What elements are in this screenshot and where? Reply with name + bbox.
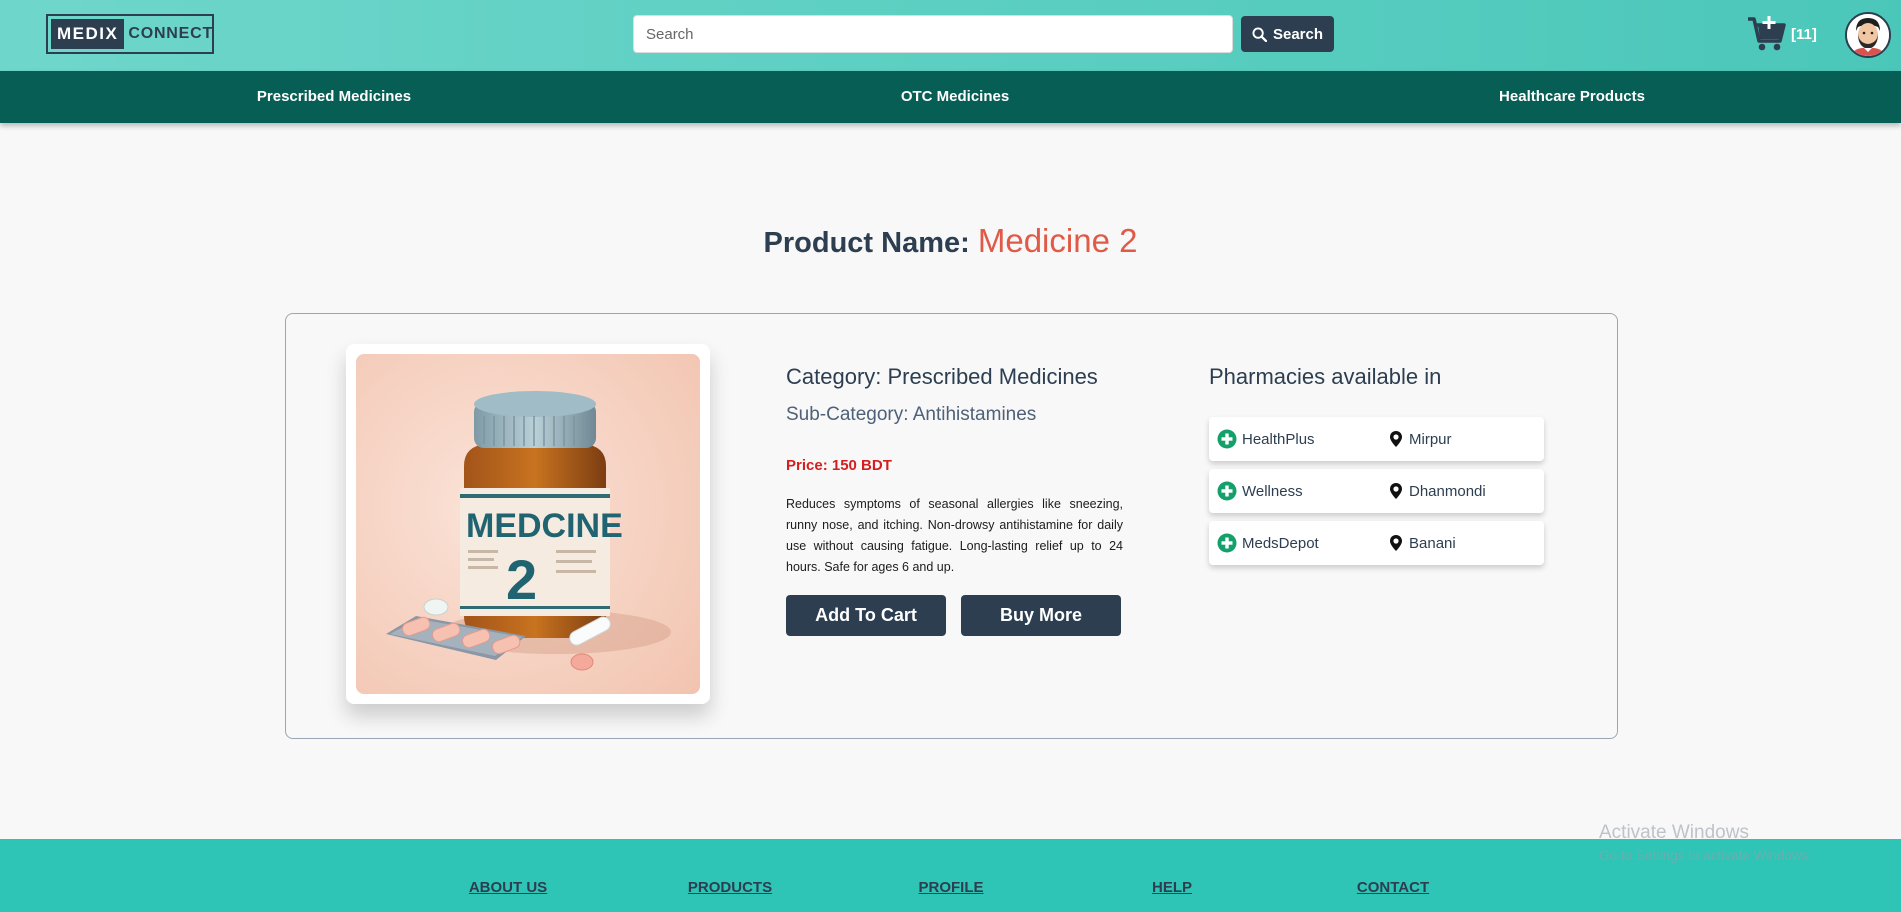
product-actions: Add To Cart Buy More — [786, 595, 1123, 636]
product-subcategory: Sub-Category: Antihistamines — [786, 404, 1037, 425]
watermark-subtitle: Go to Settings to activate Windows. — [1599, 848, 1813, 863]
pharmacy-location-wrap: Mirpur — [1389, 430, 1452, 448]
pharmacy-plus-icon — [1217, 481, 1237, 501]
pharmacy-name: MedsDepot — [1242, 534, 1319, 552]
pharmacy-location: Mirpur — [1409, 430, 1452, 448]
product-image: MEDCINE 2 — [356, 354, 700, 694]
footer-link-products[interactable]: PRODUCTS — [688, 879, 772, 896]
footer-link-profile[interactable]: PROFILE — [918, 879, 983, 896]
pharmacy-item[interactable]: HealthPlus Mirpur — [1209, 417, 1544, 461]
nav-item-healthcare-products[interactable]: Healthcare Products — [1499, 71, 1645, 123]
product-category: Category: Prescribed Medicines — [786, 364, 1098, 389]
pharmacy-item[interactable]: Wellness Dhanmondi — [1209, 469, 1544, 513]
pharmacy-name: HealthPlus — [1242, 430, 1315, 448]
product-info: Category: Prescribed Medicines Sub-Categ… — [786, 364, 1123, 636]
cart-count: [11] — [1791, 25, 1817, 43]
product-name-value: Medicine 2 — [977, 222, 1138, 259]
cart-button[interactable]: [11] — [1747, 14, 1823, 54]
search-input[interactable] — [633, 15, 1233, 53]
footer-link-about-us[interactable]: ABOUT US — [469, 879, 547, 896]
category-nav: Prescribed Medicines OTC Medicines Healt… — [0, 71, 1901, 123]
product-name-label: Product Name: — [763, 227, 970, 259]
cart-icon — [1748, 16, 1786, 51]
logo[interactable]: MEDIX CONNECT — [46, 14, 214, 54]
nav-item-prescribed-medicines[interactable]: Prescribed Medicines — [257, 71, 411, 123]
pharmacy-name-wrap: HealthPlus — [1217, 429, 1389, 449]
pharmacy-plus-icon — [1217, 429, 1237, 449]
buy-more-button[interactable]: Buy More — [961, 595, 1121, 636]
page-title: Product Name: Medicine 2 — [0, 222, 1901, 260]
add-to-cart-button[interactable]: Add To Cart — [786, 595, 946, 636]
logo-part1: MEDIX — [51, 19, 125, 49]
product-description: Reduces symptoms of seasonal allergies l… — [786, 497, 1123, 574]
logo-part2: CONNECT — [128, 25, 214, 42]
footer-link-contact[interactable]: CONTACT — [1357, 879, 1429, 896]
footer-link-help[interactable]: HELP — [1152, 879, 1192, 896]
product-image-text: MEDCINE — [466, 507, 623, 545]
pharmacy-name-wrap: MedsDepot — [1217, 533, 1389, 553]
pharmacy-location-wrap: Dhanmondi — [1389, 482, 1486, 500]
product-image-number: 2 — [506, 548, 537, 611]
pharmacy-list: HealthPlus Mirpur Wellness Dhanmondi Med… — [1209, 417, 1544, 565]
product-card: MEDCINE 2 Category: Prescribed Medicines… — [285, 313, 1618, 739]
location-pin-icon — [1390, 431, 1402, 447]
pharmacy-plus-icon — [1217, 533, 1237, 553]
pharmacy-name: Wellness — [1242, 482, 1303, 500]
watermark-title: Activate Windows — [1599, 822, 1749, 843]
pharmacy-title: Pharmacies available in — [1209, 364, 1442, 389]
location-pin-icon — [1390, 535, 1402, 551]
top-header: MEDIX CONNECT Search [11] — [0, 0, 1901, 71]
pharmacy-name-wrap: Wellness — [1217, 481, 1389, 501]
search-button-label: Search — [1272, 25, 1324, 43]
windows-activation-watermark: Activate Windows Go to Settings to activ… — [1599, 822, 1812, 863]
pharmacy-location: Banani — [1409, 534, 1456, 552]
location-pin-icon — [1390, 483, 1402, 499]
avatar[interactable] — [1845, 12, 1891, 58]
search-icon — [1252, 26, 1267, 42]
pharmacy-location-wrap: Banani — [1389, 534, 1456, 552]
user-avatar-icon — [1847, 14, 1889, 56]
product-image-frame: MEDCINE 2 — [346, 344, 710, 704]
pharmacy-location: Dhanmondi — [1409, 482, 1486, 500]
pharmacy-panel: Pharmacies available in HealthPlus Mirpu… — [1209, 364, 1544, 565]
search-button[interactable]: Search — [1241, 16, 1334, 52]
nav-item-otc-medicines[interactable]: OTC Medicines — [901, 71, 1009, 123]
pharmacy-item[interactable]: MedsDepot Banani — [1209, 521, 1544, 565]
product-price: Price: 150 BDT — [786, 457, 892, 474]
